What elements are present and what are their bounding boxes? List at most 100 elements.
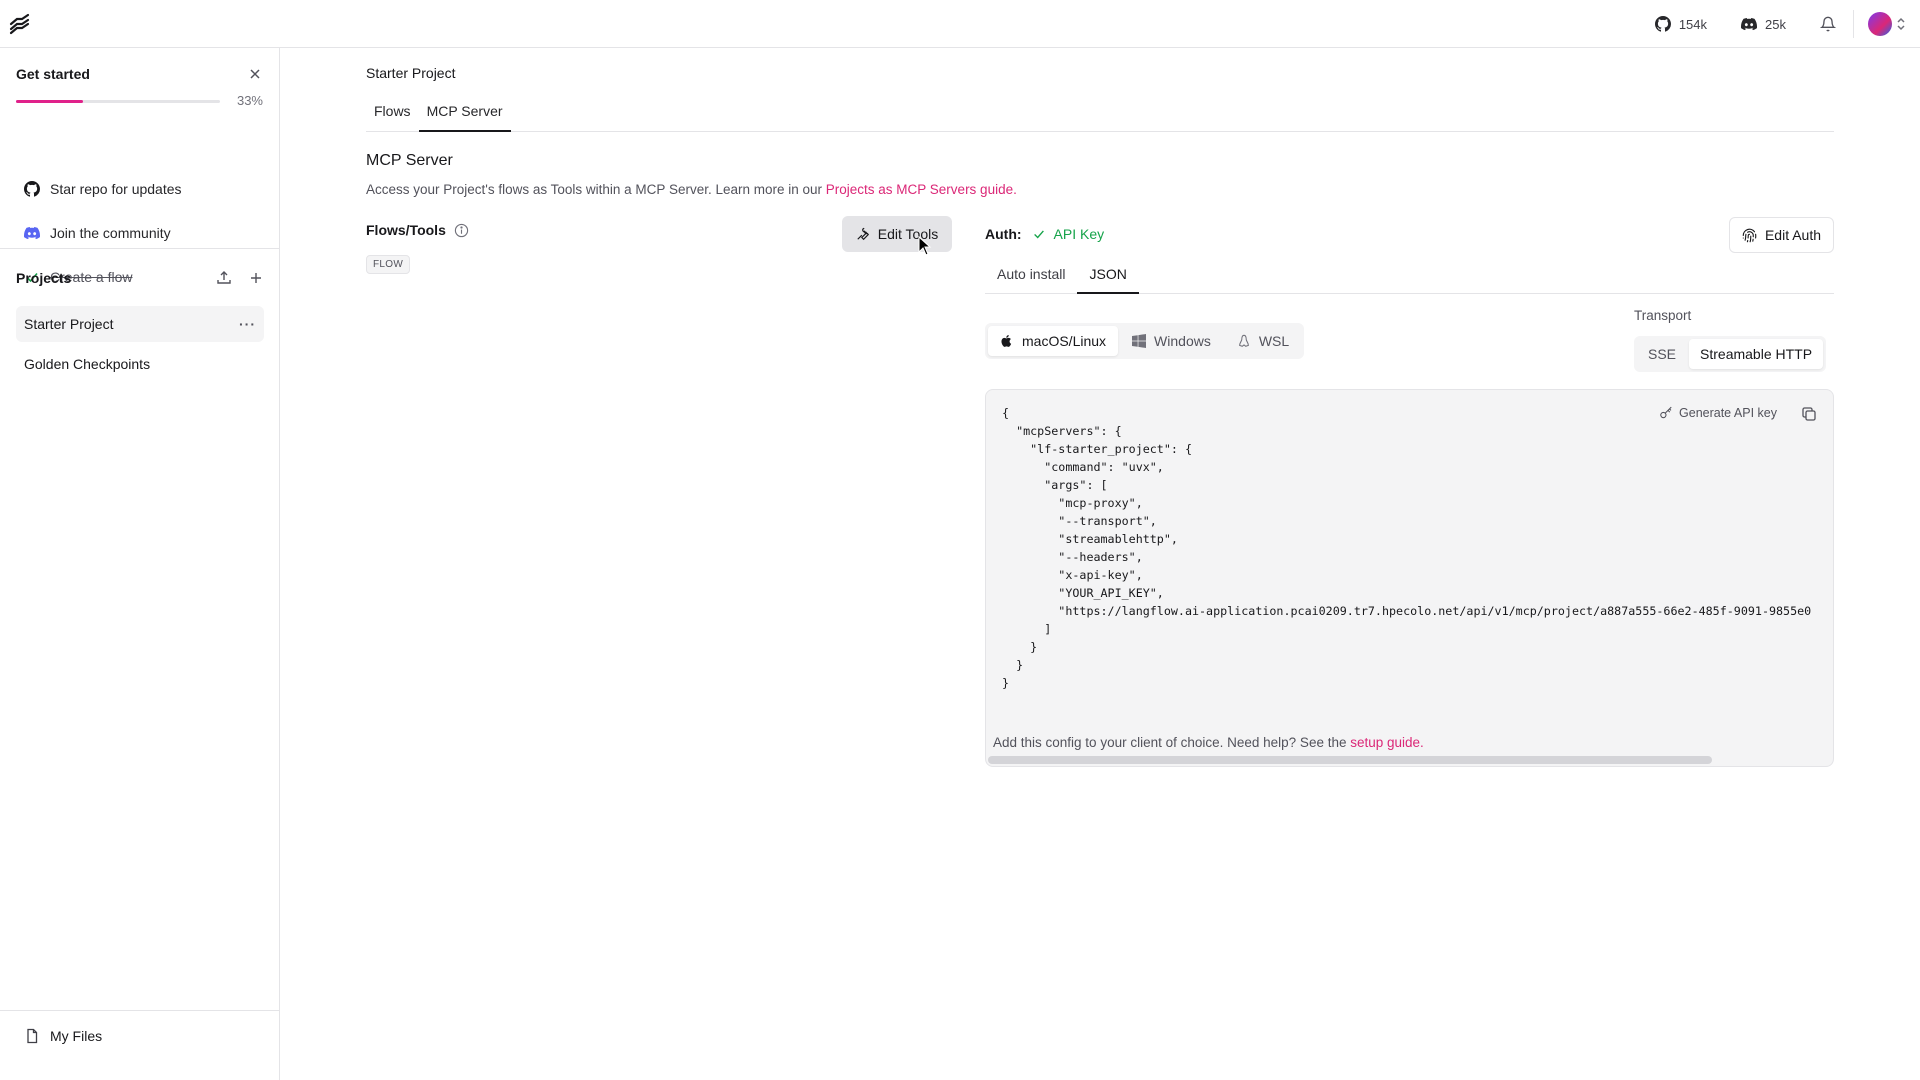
generate-api-key-button[interactable]: Generate API key — [1659, 406, 1777, 420]
code-line: "https://langflow.ai-application.pcai020… — [1002, 604, 1812, 618]
flow-badge: FLOW — [366, 255, 411, 274]
discord-members-count: 25k — [1765, 16, 1786, 32]
code-line: "streamablehttp", — [1002, 532, 1178, 546]
star-repo-item[interactable]: Star repo for updates — [16, 171, 264, 207]
code-line: } — [1002, 640, 1038, 654]
github-stars-count: 154k — [1678, 16, 1708, 32]
description-text: Access your Project's flows as Tools wit… — [366, 182, 826, 197]
transport-label: Transport — [1634, 308, 1692, 323]
section-description: Access your Project's flows as Tools wit… — [366, 182, 1017, 197]
apple-icon — [1001, 334, 1012, 347]
tab-json[interactable]: JSON — [1077, 260, 1139, 294]
project-item-golden[interactable]: Golden Checkpoints — [16, 346, 264, 382]
projects-header: Projects — [16, 270, 264, 286]
tab-auto-install[interactable]: Auto install — [985, 260, 1077, 294]
flows-tools-header: Flows/Tools — [366, 222, 469, 238]
sidebar-bottom-divider — [0, 1010, 279, 1011]
close-icon[interactable] — [247, 66, 263, 82]
my-files-label: My Files — [50, 1028, 103, 1044]
code-line: "lf-starter_project": { — [1002, 442, 1192, 456]
transport-selector: SSE Streamable HTTP — [1634, 336, 1827, 372]
mouse-cursor-icon — [918, 236, 932, 256]
edit-auth-label: Edit Auth — [1764, 227, 1822, 243]
help-text-prefix: Add this config to your client of choice… — [993, 735, 1351, 750]
json-config-block[interactable]: { "mcpServers": { "lf-starter_project": … — [985, 389, 1834, 767]
discord-icon — [1741, 18, 1758, 31]
linux-icon — [1238, 334, 1249, 347]
copy-icon[interactable] — [1801, 406, 1817, 422]
langflow-logo-icon[interactable] — [8, 12, 32, 36]
github-icon — [1654, 16, 1671, 32]
edit-tools-button[interactable]: Edit Tools — [842, 216, 952, 252]
auth-value: API Key — [1032, 226, 1105, 242]
code-line: "--headers", — [1002, 550, 1143, 564]
help-text: Add this config to your client of choice… — [993, 735, 1424, 750]
windows-icon — [1132, 334, 1147, 348]
code-line: "mcpServers": { — [1002, 424, 1122, 438]
file-icon — [27, 1028, 38, 1044]
progress-fill — [16, 100, 84, 103]
horizontal-scrollbar[interactable] — [988, 756, 1712, 764]
wrench-icon — [857, 227, 869, 241]
mcp-guide-link[interactable]: Projects as MCP Servers guide. — [826, 182, 1017, 197]
top-bar: 154k 25k — [0, 0, 1920, 48]
discord-icon — [24, 227, 40, 240]
sidebar: Get started 33% Star repo for updates Jo… — [0, 48, 280, 1080]
page-title: Starter Project — [366, 65, 456, 81]
tab-flows[interactable]: Flows — [366, 98, 419, 132]
join-community-label: Join the community — [50, 225, 171, 241]
os-selector: macOS/Linux Windows WSL — [985, 323, 1305, 359]
project-item-starter[interactable]: Starter Project ··· — [16, 306, 264, 342]
transport-option-streamable-http[interactable]: Streamable HTTP — [1689, 339, 1824, 369]
discord-members-button[interactable]: 25k — [1724, 16, 1803, 32]
json-config-code[interactable]: { "mcpServers": { "lf-starter_project": … — [1002, 404, 1832, 692]
key-icon — [1660, 406, 1672, 419]
more-options-icon[interactable]: ··· — [239, 316, 256, 332]
code-line: "x-api-key", — [1002, 568, 1143, 582]
transport-option-sse[interactable]: SSE — [1637, 339, 1687, 369]
check-icon — [1033, 230, 1044, 239]
code-line: "--transport", — [1002, 514, 1157, 528]
auth-type: API Key — [1053, 226, 1105, 242]
projects-title: Projects — [16, 270, 72, 286]
setup-guide-link[interactable]: setup guide. — [1350, 735, 1424, 750]
github-icon — [24, 181, 40, 197]
auth-label: Auth: — [985, 226, 1022, 242]
auth-status: Auth: API Key — [985, 226, 1104, 242]
os-option-label: Windows — [1154, 333, 1211, 349]
code-line: "args": [ — [1002, 478, 1108, 492]
code-line: "mcp-proxy", — [1002, 496, 1143, 510]
os-option-label: WSL — [1258, 333, 1290, 349]
edit-auth-button[interactable]: Edit Auth — [1729, 217, 1834, 253]
bell-icon — [1820, 16, 1836, 32]
section-title: MCP Server — [366, 152, 453, 169]
get-started-title: Get started — [16, 66, 90, 82]
fingerprint-icon — [1742, 228, 1757, 242]
code-line: "YOUR_API_KEY", — [1002, 586, 1164, 600]
notifications-button[interactable] — [1803, 16, 1853, 32]
get-started-header: Get started — [16, 66, 263, 82]
os-option-macos-linux[interactable]: macOS/Linux — [988, 326, 1119, 356]
plus-icon[interactable] — [248, 270, 264, 286]
sidebar-divider — [0, 248, 279, 249]
user-menu-button[interactable] — [1864, 12, 1906, 36]
project-label: Starter Project — [24, 316, 114, 332]
chevron-up-down-icon — [1897, 17, 1905, 31]
upload-icon[interactable] — [216, 270, 232, 286]
project-label: Golden Checkpoints — [24, 356, 151, 372]
os-option-windows[interactable]: Windows — [1120, 326, 1223, 356]
code-line: } — [1002, 658, 1024, 672]
star-repo-label: Star repo for updates — [50, 181, 182, 197]
os-option-wsl[interactable]: WSL — [1225, 326, 1301, 356]
info-icon[interactable] — [454, 223, 469, 238]
join-community-item[interactable]: Join the community — [16, 215, 264, 251]
progress-percent: 33% — [236, 93, 263, 108]
os-option-label: macOS/Linux — [1022, 333, 1107, 349]
topbar-divider — [1853, 10, 1854, 38]
tab-mcp-server[interactable]: MCP Server — [418, 98, 511, 132]
install-tabs: Auto install JSON — [985, 260, 1834, 294]
github-stars-button[interactable]: 154k — [1638, 16, 1724, 32]
code-line: "command": "uvx", — [1002, 460, 1164, 474]
project-tabs: Flows MCP Server — [366, 98, 1834, 132]
my-files-link[interactable]: My Files — [24, 1028, 102, 1044]
